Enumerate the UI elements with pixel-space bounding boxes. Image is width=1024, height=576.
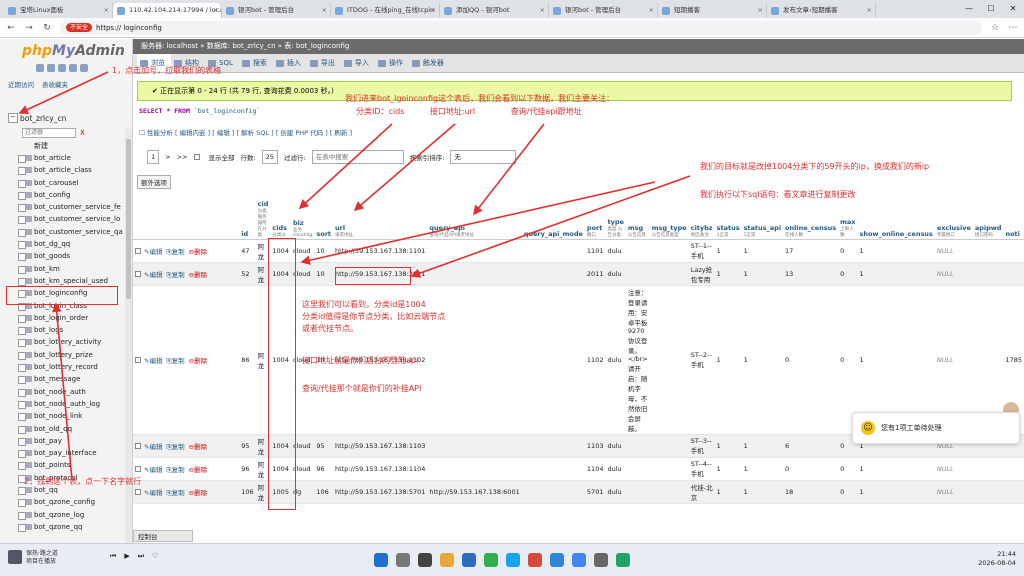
pinned-apps bbox=[370, 553, 634, 567]
explorer-icon[interactable] bbox=[440, 553, 454, 567]
search-icon[interactable] bbox=[396, 553, 410, 567]
prev-icon[interactable]: ⏮ bbox=[110, 552, 116, 561]
annotation-sql: 我们执行以下sql语句：看文章进行复制更改 bbox=[700, 190, 856, 199]
taskbar: 保热·路之道 项目在播放 ⏮ ▶ ⏭ ♡ 21:44 2026-08-04 bbox=[0, 543, 1024, 576]
annotation-url: 接口地址就是你们后台的登陆api bbox=[302, 356, 419, 365]
taskview-icon[interactable] bbox=[418, 553, 432, 567]
annotation-step1: 1，点击加号，拉取我们的表格 bbox=[112, 66, 222, 75]
annotation-fields: 分类ID：cids 接口地址:url 查询/代挂api跟地址 bbox=[356, 107, 582, 116]
annotation-cids-2: 分类id值得是你节点分类，比如云端节点 bbox=[302, 312, 446, 321]
media-icon bbox=[8, 550, 22, 564]
widget[interactable]: 保热·路之道 项目在播放 bbox=[8, 550, 58, 566]
annotation-cids-3: 或者代挂节点。 bbox=[302, 324, 358, 333]
annotation-goal: 我们的目标就是改掉1004分类下的59开头的ip，换成我们的新ip bbox=[700, 162, 930, 171]
play-icon[interactable]: ▶ bbox=[124, 552, 129, 561]
ticket-notification[interactable]: ☺ 您有1项工单待处理 bbox=[852, 412, 1020, 444]
start-icon[interactable] bbox=[374, 553, 388, 567]
app-icon[interactable] bbox=[528, 553, 542, 567]
annotation-intro: 我们进来bot_lgoinconfig这个表后，我们会看到以下数据，我们主要关注… bbox=[345, 94, 615, 103]
app-icon[interactable] bbox=[462, 553, 476, 567]
wechat-icon[interactable] bbox=[484, 553, 498, 567]
edge-icon[interactable] bbox=[550, 553, 564, 567]
like-icon[interactable]: ♡ bbox=[152, 552, 158, 561]
media-controls: ⏮ ▶ ⏭ ♡ bbox=[110, 552, 158, 561]
annotation-arrows bbox=[18, 71, 691, 481]
annotation-query-api: 查询/代挂那个就是你们的补挂API bbox=[302, 384, 422, 393]
annotation-step2: 2，找到这个表，点一下名字就行 bbox=[24, 477, 142, 486]
chrome-icon[interactable] bbox=[572, 553, 586, 567]
system-clock[interactable]: 21:44 2026-08-04 bbox=[978, 550, 1016, 568]
annotation-cids-1: 这里我们可以看到，分类id是1004 bbox=[302, 300, 426, 309]
qq-icon[interactable] bbox=[506, 553, 520, 567]
app-icon[interactable] bbox=[616, 553, 630, 567]
next-icon[interactable]: ⏭ bbox=[138, 552, 144, 561]
smile-icon: ☺ bbox=[861, 421, 875, 435]
app-icon[interactable] bbox=[594, 553, 608, 567]
